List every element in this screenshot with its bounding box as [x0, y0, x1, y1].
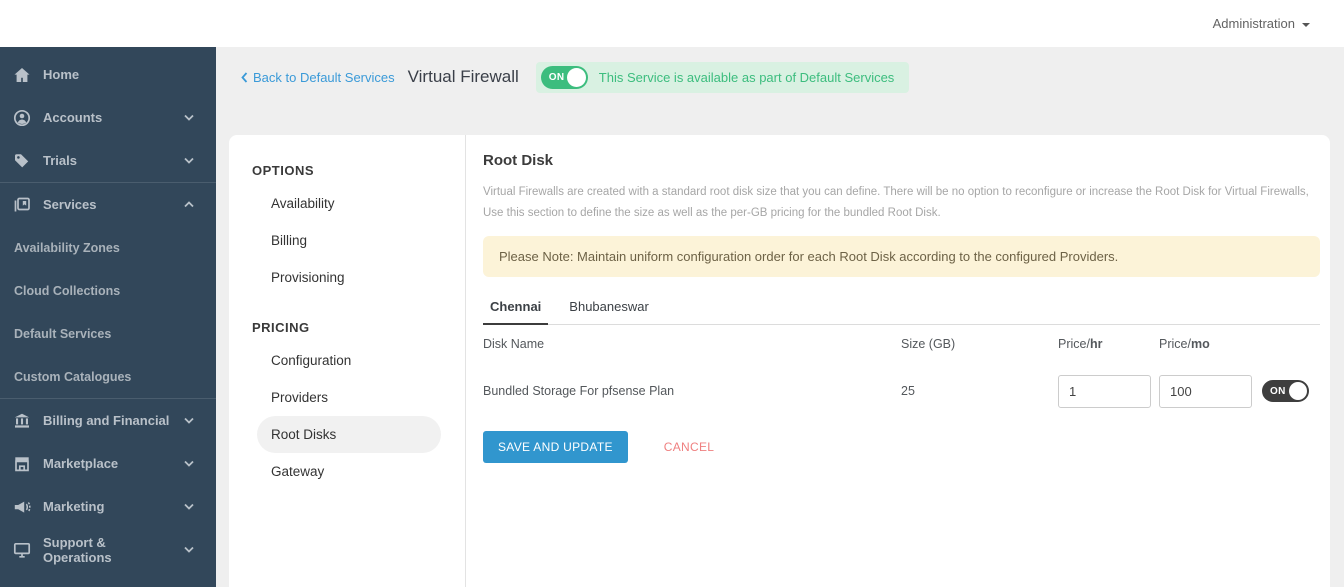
sidebar-item-label: Marketplace [43, 456, 119, 471]
sidebar-subitem-availability-zones[interactable]: Availability Zones [0, 226, 216, 269]
monitor-icon [12, 541, 32, 559]
sidebar-item-label: Marketing [43, 499, 105, 514]
column-header-disk-name: Disk Name [483, 337, 545, 352]
location-tabs: Chennai Bhubaneswar [483, 291, 1320, 326]
column-header-price-hr: Price/hr [1058, 337, 1103, 352]
sidebar-item-label: Trials [43, 153, 77, 168]
chevron-down-icon [184, 503, 194, 510]
sidebar-item-marketplace[interactable]: Marketplace [0, 442, 216, 485]
root-disk-card: OPTIONS Availability Billing Provisionin… [229, 135, 1330, 587]
sidebar-item-support-operations[interactable]: Support & Operations [0, 528, 216, 571]
chevron-down-icon [184, 157, 194, 164]
chevron-down-icon [184, 546, 194, 553]
disk-name-cell: Bundled Storage For pfsense Plan [483, 384, 675, 399]
tab-label: Bhubaneswar [569, 299, 649, 315]
table-row: Bundled Storage For pfsense Plan 25 ON [483, 363, 1320, 419]
page-header: Back to Default Services Virtual Firewal… [216, 47, 1344, 107]
home-icon [12, 66, 32, 84]
sidebar-item-label: Services [43, 197, 97, 212]
menu-item-gateway[interactable]: Gateway [257, 453, 441, 490]
disk-enabled-toggle[interactable]: ON [1262, 380, 1309, 403]
price-per-hour-input[interactable] [1058, 374, 1151, 408]
sidebar-item-home[interactable]: Home [0, 53, 216, 96]
menu-item-label: Gateway [271, 464, 325, 479]
content-title: Root Disk [483, 152, 554, 169]
sidebar-subitem-label: Default Services [14, 326, 112, 341]
sidebar-subitem-label: Cloud Collections [14, 283, 121, 298]
megaphone-icon [12, 498, 32, 516]
service-status-text: This Service is available as part of Def… [598, 69, 895, 85]
chevron-up-icon [184, 201, 194, 208]
sidebar-item-trials[interactable]: Trials [0, 139, 216, 182]
sidebar-item-services[interactable]: Services [0, 183, 216, 226]
menu-item-label: Availability [271, 196, 335, 211]
size-cell: 25 [901, 384, 915, 399]
menu-item-provisioning[interactable]: Provisioning [257, 259, 441, 296]
tab-label: Chennai [490, 299, 542, 315]
user-icon [12, 109, 32, 127]
sidebar: Home Accounts Trials Services Availabili… [0, 47, 216, 587]
content-description: Virtual Firewalls are created with a sta… [483, 186, 1309, 219]
sidebar-subitem-label: Availability Zones [14, 240, 120, 255]
sidebar-item-label: Support & Operations [43, 534, 112, 565]
menu-item-providers[interactable]: Providers [257, 379, 441, 416]
menu-item-root-disks[interactable]: Root Disks [257, 416, 441, 453]
tab-chennai[interactable]: Chennai [483, 291, 549, 326]
chevron-down-icon [184, 460, 194, 467]
service-status-badge: ON This Service is available as part of … [535, 61, 910, 93]
service-availability-toggle[interactable]: ON [540, 65, 588, 89]
sidebar-item-label: Billing and Financial [43, 413, 170, 428]
store-icon [12, 455, 32, 473]
services-icon [12, 196, 32, 214]
caret-down-icon [1302, 22, 1310, 27]
tab-bhubaneswar[interactable]: Bhubaneswar [562, 291, 656, 325]
sidebar-services-group: Services Availability Zones Cloud Collec… [0, 182, 216, 399]
sidebar-item-billing-financial[interactable]: Billing and Financial [0, 399, 216, 442]
sidebar-subitem-default-services[interactable]: Default Services [0, 312, 216, 355]
sidebar-item-label: Home [43, 67, 80, 82]
menu-item-label: Providers [271, 390, 329, 405]
sidebar-subitem-label: Custom Catalogues [14, 369, 132, 384]
chevron-left-icon [241, 71, 248, 83]
page-title: Virtual Firewall [407, 67, 519, 86]
toggle-on-label: ON [548, 71, 565, 83]
back-link-label: Back to Default Services [253, 69, 395, 85]
root-disk-content: Root Disk Virtual Firewalls are created … [466, 135, 1330, 587]
column-header-price-mo: Price/mo [1159, 337, 1210, 352]
tag-icon [12, 152, 32, 170]
main-area: Back to Default Services Virtual Firewal… [216, 47, 1344, 587]
menu-item-label: Provisioning [271, 270, 345, 285]
toggle-on-label: ON [1270, 385, 1286, 397]
price-per-month-input[interactable] [1159, 374, 1252, 408]
settings-menu: OPTIONS Availability Billing Provisionin… [229, 135, 466, 587]
back-link[interactable]: Back to Default Services [241, 70, 395, 85]
menu-item-billing[interactable]: Billing [257, 222, 441, 259]
chevron-down-icon [184, 417, 194, 424]
sidebar-item-marketing[interactable]: Marketing [0, 485, 216, 528]
save-and-update-button[interactable]: SAVE AND UPDATE [483, 431, 628, 464]
cancel-button[interactable]: CANCEL [664, 440, 714, 454]
table-header-row: Disk Name Size (GB) Price/hr Price/mo [483, 325, 1320, 363]
menu-item-availability[interactable]: Availability [257, 185, 441, 222]
menu-item-configuration[interactable]: Configuration [257, 342, 441, 379]
menu-item-label: Root Disks [271, 427, 337, 442]
menu-item-label: Configuration [271, 353, 352, 368]
toggle-knob [566, 67, 586, 87]
sidebar-item-accounts[interactable]: Accounts [0, 96, 216, 139]
administration-menu-label: Administration [1212, 16, 1295, 31]
toggle-knob [1289, 382, 1307, 401]
column-header-size: Size (GB) [901, 337, 956, 352]
sidebar-item-label: Accounts [43, 110, 103, 125]
topbar: Administration [0, 0, 1344, 47]
pricing-section-title: PRICING [252, 319, 310, 335]
menu-item-label: Billing [271, 233, 308, 248]
options-section-title: OPTIONS [252, 162, 315, 178]
sidebar-subitem-custom-catalogues[interactable]: Custom Catalogues [0, 355, 216, 398]
form-actions: SAVE AND UPDATE CANCEL [483, 431, 1320, 464]
administration-menu[interactable]: Administration [1213, 16, 1310, 31]
chevron-down-icon [184, 114, 194, 121]
note-box: Please Note: Maintain uniform configurat… [483, 236, 1320, 278]
bank-icon [12, 412, 32, 430]
sidebar-subitem-cloud-collections[interactable]: Cloud Collections [0, 269, 216, 312]
